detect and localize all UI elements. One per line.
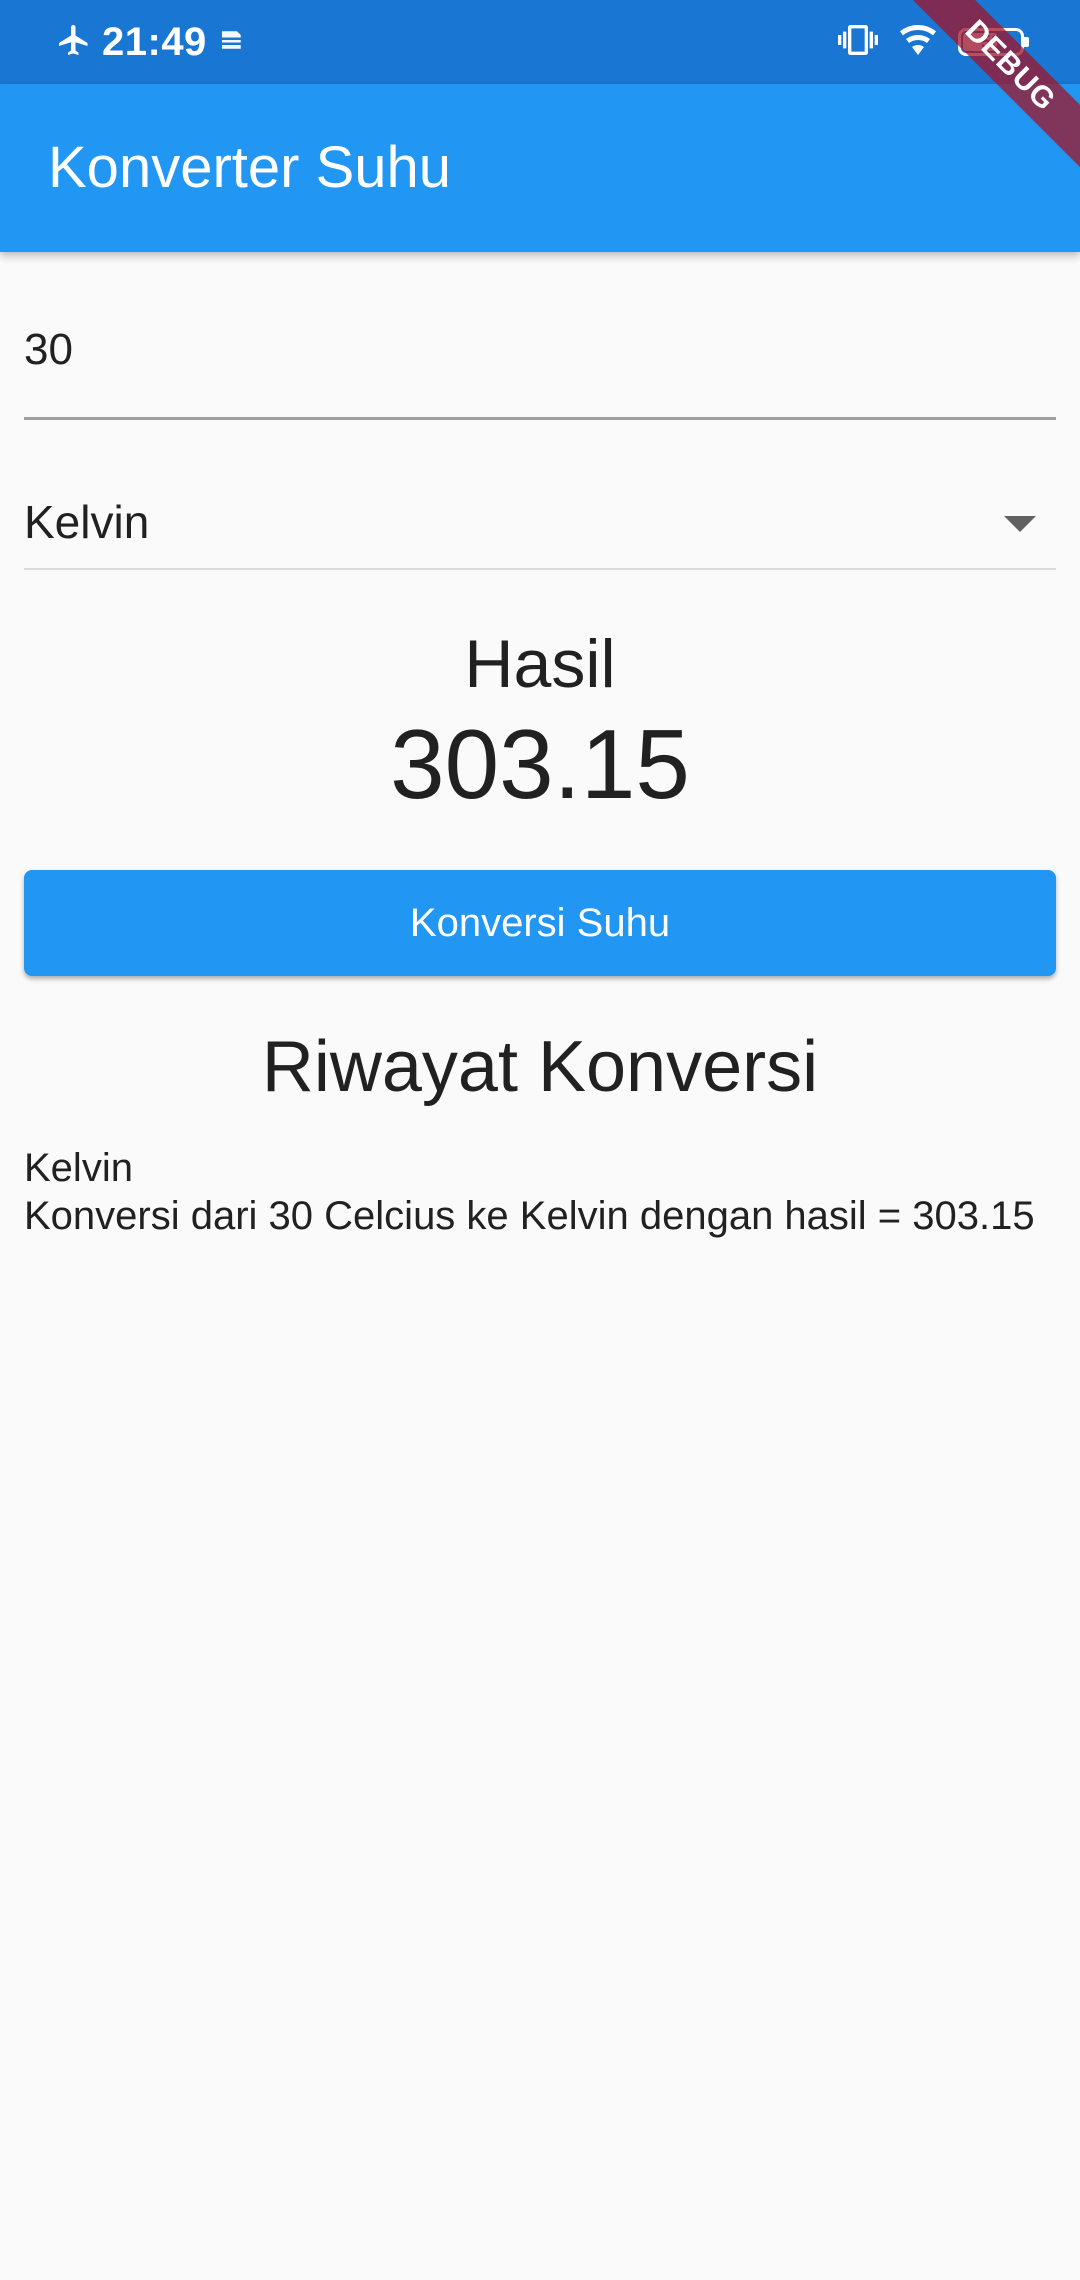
convert-button[interactable]: Konversi Suhu — [24, 870, 1056, 976]
dropdown-arrow-icon — [1004, 516, 1036, 532]
status-right: 58 — [838, 18, 1029, 66]
history-item[interactable]: Kelvin Konversi dari 30 Celcius ke Kelvi… — [24, 1144, 1056, 1240]
temperature-input-value: 30 — [24, 325, 73, 374]
battery-icon: 58 — [958, 28, 1029, 56]
result-label: Hasil — [464, 626, 616, 702]
unit-dropdown[interactable]: Kelvin — [24, 472, 1056, 570]
status-bar: 21:49 58 — [0, 0, 1080, 84]
vibrate-icon — [838, 20, 878, 65]
temperature-input[interactable]: 30 — [24, 320, 1056, 420]
history-list: Kelvin Konversi dari 30 Celcius ke Kelvi… — [24, 1144, 1056, 1240]
unit-dropdown-value: Kelvin — [24, 496, 150, 548]
history-title: Riwayat Konversi — [261, 1027, 819, 1107]
history-item-detail: Konversi dari 30 Celcius ke Kelvin denga… — [24, 1194, 1035, 1238]
airplane-icon — [56, 22, 92, 63]
app-bar: Konverter Suhu — [0, 84, 1080, 252]
sim-icon — [217, 25, 247, 60]
status-time: 21:49 — [102, 19, 207, 64]
wifi-icon — [896, 20, 940, 65]
battery-level: 58 — [980, 31, 1002, 52]
status-left: 21:49 — [56, 16, 247, 68]
history-item-title: Kelvin — [24, 1146, 133, 1190]
app-title: Konverter Suhu — [48, 135, 452, 200]
result-value: 303.15 — [390, 709, 690, 819]
